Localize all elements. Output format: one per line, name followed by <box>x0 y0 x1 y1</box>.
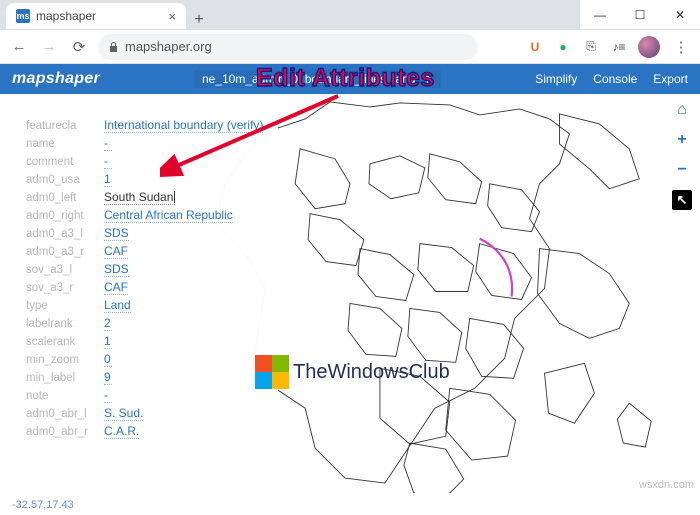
attr-value[interactable]: CAF <box>104 280 128 295</box>
selected-feature[interactable] <box>480 239 512 297</box>
tab-title: mapshaper <box>36 9 96 23</box>
attr-key: labelrank <box>26 318 104 330</box>
zoom-in-button[interactable]: + <box>672 130 692 150</box>
forward-button[interactable]: → <box>38 38 60 55</box>
url-text: mapshaper.org <box>125 39 212 54</box>
attr-value[interactable]: C.A.R. <box>104 424 139 439</box>
attr-row: note- <box>26 386 268 404</box>
attr-row: adm0_rightCentral African Republic <box>26 206 268 224</box>
attr-row: min_zoom0 <box>26 350 268 368</box>
attr-row: min_label9 <box>26 368 268 386</box>
address-bar[interactable]: mapshaper.org <box>98 34 478 60</box>
attr-value[interactable]: South Sudan <box>104 190 175 205</box>
attr-value[interactable]: - <box>104 388 112 403</box>
attr-key: note <box>26 390 104 402</box>
attr-row: typeLand <box>26 296 268 314</box>
attr-key: sov_a3_l <box>26 264 104 276</box>
export-link[interactable]: Export <box>653 72 688 86</box>
browser-tab-active[interactable]: ms mapshaper × <box>6 3 186 29</box>
attr-key: adm0_a3_r <box>26 246 104 258</box>
browser-menu-button[interactable]: ⋮ <box>670 38 692 56</box>
attr-value[interactable]: SDS <box>104 262 129 277</box>
attr-value[interactable]: Central African Republic <box>104 208 233 223</box>
attr-row: comment- <box>26 152 268 170</box>
layer-name-text: ne_10m_admin_0_boundary_lines_land <box>202 72 416 86</box>
zoom-out-button[interactable]: − <box>672 160 692 180</box>
attribution-text: wsxdn.com <box>639 479 694 491</box>
favicon: ms <box>16 9 30 23</box>
attr-value[interactable]: S. Sud. <box>104 406 143 421</box>
attr-value[interactable]: CAF <box>104 244 128 259</box>
attr-value[interactable]: 9 <box>104 370 112 385</box>
window-controls: — ☐ ✕ <box>580 0 700 29</box>
attr-value[interactable]: International boundary (verify) <box>104 118 263 133</box>
ext-clip-icon[interactable]: ⎘ <box>582 38 600 56</box>
attr-key: min_label <box>26 372 104 384</box>
attr-key: comment <box>26 156 104 168</box>
attribute-panel: featureclaInternational boundary (verify… <box>16 110 278 450</box>
attr-key: sov_a3_r <box>26 282 104 294</box>
attr-value[interactable]: 1 <box>104 334 112 349</box>
maximize-button[interactable]: ☐ <box>620 0 660 29</box>
attr-value[interactable]: 1 <box>104 172 112 187</box>
attr-row: featureclaInternational boundary (verify… <box>26 116 268 134</box>
attr-key: featurecla <box>26 120 104 132</box>
attr-row: name- <box>26 134 268 152</box>
attr-value[interactable]: Land <box>104 298 131 313</box>
pointer-tool-button[interactable]: ↖ <box>672 190 692 210</box>
attr-row: adm0_abr_rC.A.R. <box>26 422 268 440</box>
attr-key: min_zoom <box>26 354 104 366</box>
extension-row: U ● ⎘ ♪≡ ⋮ <box>526 36 692 58</box>
attr-row: labelrank2 <box>26 314 268 332</box>
ext-ublock-icon[interactable]: U <box>526 38 544 56</box>
map-tools: ⌂ + − ↖ <box>672 100 692 210</box>
app-logo: mapshaper <box>12 70 100 88</box>
layer-selector[interactable]: ne_10m_admin_0_boundary_lines_land ▼ <box>194 70 441 88</box>
ext-music-icon[interactable]: ♪≡ <box>610 38 628 56</box>
attr-key: adm0_abr_r <box>26 426 104 438</box>
browser-titlebar: ms mapshaper × + — ☐ ✕ <box>0 0 700 30</box>
attr-key: adm0_right <box>26 210 104 222</box>
minimize-button[interactable]: — <box>580 0 620 29</box>
tab-strip: ms mapshaper × + <box>0 0 580 29</box>
new-tab-button[interactable]: + <box>186 11 212 29</box>
attr-key: adm0_abr_l <box>26 408 104 420</box>
attr-value[interactable]: - <box>104 154 112 169</box>
attr-row: scalerank1 <box>26 332 268 350</box>
coordinate-readout: -32.57,17.43 <box>12 499 74 511</box>
attr-key: scalerank <box>26 336 104 348</box>
attr-value[interactable]: SDS <box>104 226 129 241</box>
attr-key: adm0_a3_l <box>26 228 104 240</box>
chevron-down-icon: ▼ <box>421 72 433 86</box>
attr-row: sov_a3_rCAF <box>26 278 268 296</box>
attr-row: adm0_abr_lS. Sud. <box>26 404 268 422</box>
home-extent-button[interactable]: ⌂ <box>672 100 692 120</box>
header-links: Simplify Console Export <box>535 72 688 86</box>
app-header: mapshaper ne_10m_admin_0_boundary_lines_… <box>0 64 700 94</box>
simplify-link[interactable]: Simplify <box>535 72 577 86</box>
attr-key: type <box>26 300 104 312</box>
close-tab-icon[interactable]: × <box>168 9 176 24</box>
ext-green-icon[interactable]: ● <box>554 38 572 56</box>
attr-value[interactable]: - <box>104 136 112 151</box>
attr-row: sov_a3_lSDS <box>26 260 268 278</box>
attr-row: adm0_a3_rCAF <box>26 242 268 260</box>
attr-value[interactable]: 2 <box>104 316 112 331</box>
attr-key: adm0_left <box>26 192 104 204</box>
attr-key: name <box>26 138 104 150</box>
attr-value[interactable]: 0 <box>104 352 112 367</box>
browser-toolbar: ← → ⟳ mapshaper.org U ● ⎘ ♪≡ ⋮ <box>0 30 700 64</box>
reload-button[interactable]: ⟳ <box>68 38 90 56</box>
attr-key: adm0_usa <box>26 174 104 186</box>
console-link[interactable]: Console <box>593 72 637 86</box>
attr-row: adm0_a3_lSDS <box>26 224 268 242</box>
back-button[interactable]: ← <box>8 38 30 55</box>
attr-row: adm0_leftSouth Sudan <box>26 188 268 206</box>
close-window-button[interactable]: ✕ <box>660 0 700 29</box>
avatar[interactable] <box>638 36 660 58</box>
lock-icon <box>108 41 119 53</box>
attr-row: adm0_usa1 <box>26 170 268 188</box>
